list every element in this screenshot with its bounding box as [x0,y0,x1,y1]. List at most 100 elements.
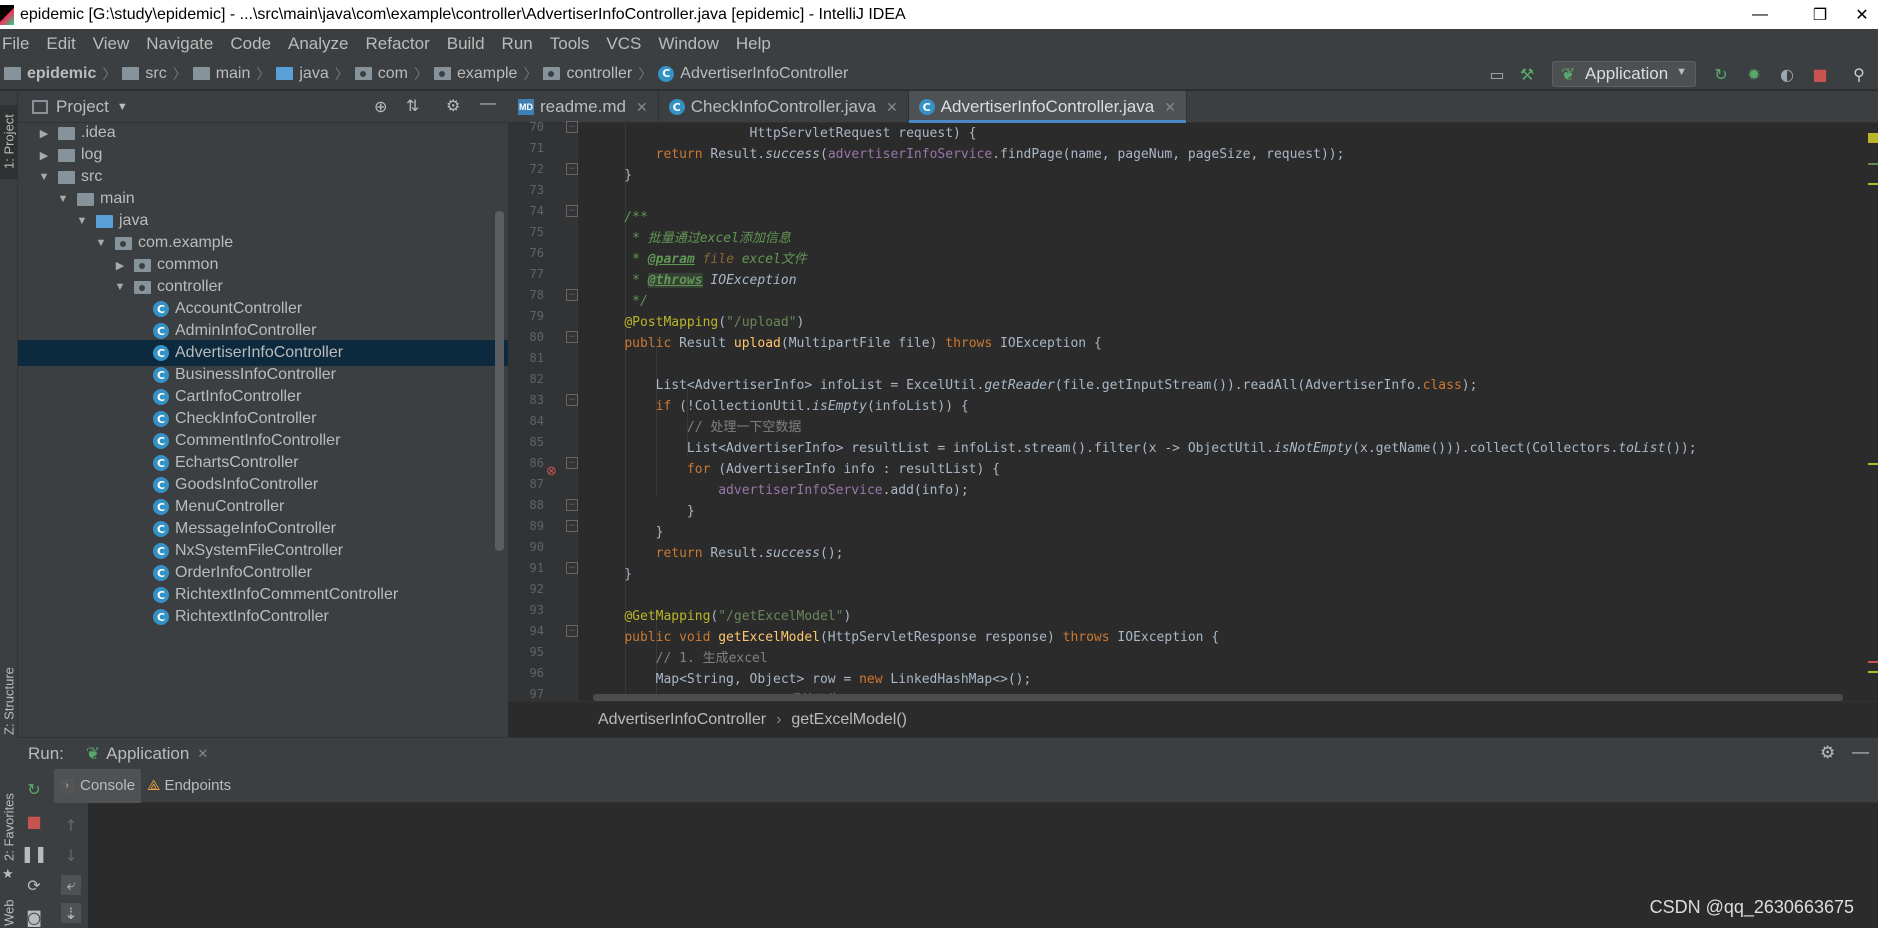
breadcrumb-com[interactable]: com [354,65,408,83]
package-icon [543,67,561,80]
expand-down-icon[interactable]: ▼ [93,237,109,249]
expand-right-icon[interactable]: ▶ [112,259,128,272]
breadcrumb-java[interactable]: java [276,65,329,83]
breadcrumb-class[interactable]: C AdvertiserInfoController [658,65,848,83]
fold-toggle-icon[interactable]: − [566,121,578,133]
menu-tools[interactable]: Tools [550,34,590,54]
tree-item-label: CommentInfoController [175,432,341,449]
menu-refactor[interactable]: Refactor [365,34,429,54]
scroll-to-end-icon[interactable]: ⇣ [61,903,81,923]
tab-console[interactable]: › Console [54,768,142,803]
arrow-up-icon[interactable]: ↑ [61,815,81,835]
project-panel-title[interactable]: Project [56,97,109,117]
marker[interactable] [1868,163,1878,165]
expand-down-icon[interactable]: ▼ [74,215,90,227]
console-output[interactable] [88,803,1878,928]
expand-down-icon[interactable]: ▼ [55,193,71,205]
run-configuration-select[interactable]: ❦ Application ▼ [1552,61,1696,87]
code-editor[interactable]: HttpServletRequest request) { return Res… [593,123,1853,701]
breadcrumb-main[interactable]: main [192,65,250,83]
menu-file[interactable]: File [2,34,29,54]
gear-icon[interactable]: ⚙ [446,96,460,116]
breadcrumb-example[interactable]: example [433,65,517,83]
tree-item-class[interactable]: C RichtextInfoController [18,604,508,630]
rerun-icon[interactable]: ↻ [1708,62,1734,86]
menu-run[interactable]: Run [502,34,533,54]
fold-toggle-icon[interactable]: − [566,562,578,574]
build-hammer-icon[interactable]: ⚒ [1514,62,1540,86]
coverage-icon[interactable]: ◐ [1774,62,1800,86]
fold-toggle-icon[interactable]: − [566,499,578,511]
search-icon[interactable]: ⚲ [1846,62,1872,86]
tab-project-toolwindow[interactable]: 1: Project [0,105,18,179]
menu-analyze[interactable]: Analyze [288,34,348,54]
breadcrumb-method[interactable]: getExcelModel() [791,711,907,729]
locate-crosshair-icon[interactable]: ⊕ [374,97,387,117]
rerun-icon[interactable]: ↻ [24,779,44,799]
breadcrumb-src[interactable]: src [122,65,167,83]
pause-icon[interactable]: ❚❚ [21,843,48,863]
marker[interactable] [1868,671,1878,673]
menu-edit[interactable]: Edit [46,34,75,54]
close-tab-icon[interactable]: ✕ [636,99,648,116]
breadcrumb-epidemic[interactable]: epidemic [4,65,96,83]
tab-web-toolwindow[interactable]: Web [0,897,18,928]
tab-checkinfocontroller[interactable]: C CheckInfoController.java ✕ [659,91,909,123]
marker[interactable] [1868,183,1878,185]
expand-right-icon[interactable]: ▶ [36,149,52,162]
title-bar: epidemic [G:\study\epidemic] - ...\src\m… [0,0,1878,29]
expand-down-icon[interactable]: ▼ [112,281,128,293]
menu-code[interactable]: Code [230,34,271,54]
line-number: 75 [529,225,544,239]
collapse-all-icon[interactable]: ⇅ [406,96,419,116]
menu-navigate[interactable]: Navigate [146,34,213,54]
chevron-down-icon[interactable]: ▼ [117,101,128,113]
project-tree-scrollbar[interactable] [495,211,504,551]
soft-wrap-icon[interactable]: ⤶ [61,875,81,895]
menu-vcs[interactable]: VCS [606,34,641,54]
run-tab-application[interactable]: Application [106,744,189,764]
minimize-button[interactable]: — [1734,0,1786,29]
fold-toggle-icon[interactable]: − [566,289,578,301]
breadcrumb-class[interactable]: AdvertiserInfoController [598,711,766,729]
stop-icon[interactable]: ■ [24,811,44,831]
hide-panel-icon[interactable]: — [480,95,496,113]
marker[interactable] [1868,133,1878,143]
close-tab-icon[interactable]: ✕ [1164,99,1176,116]
close-tab-icon[interactable]: ✕ [886,99,898,116]
hide-panel-icon[interactable]: — [1852,742,1869,762]
chevron-right-icon: 〉 [523,65,538,82]
fold-toggle-icon[interactable]: − [566,331,578,343]
marker[interactable] [1868,463,1878,465]
arrow-down-icon[interactable]: ↓ [61,845,81,865]
menu-view[interactable]: View [93,34,130,54]
fold-toggle-icon[interactable]: − [566,520,578,532]
stop-icon[interactable]: ■ [1807,62,1833,86]
breadcrumb-controller[interactable]: controller [543,65,632,83]
fold-toggle-icon[interactable]: − [566,625,578,637]
menu-help[interactable]: Help [736,34,771,54]
project-structure-icon[interactable]: ▭ [1484,62,1510,86]
fold-toggle-icon[interactable]: − [566,457,578,469]
expand-right-icon[interactable]: ▶ [36,127,52,140]
gear-icon[interactable]: ⚙ [1820,743,1835,763]
fold-toggle-icon[interactable]: − [566,163,578,175]
tab-favorites-toolwindow[interactable]: 2: Favorites [0,787,18,867]
close-tab-icon[interactable]: ✕ [197,746,208,762]
fold-toggle-icon[interactable]: − [566,394,578,406]
menu-build[interactable]: Build [447,34,485,54]
tab-endpoints[interactable]: ⟁ Endpoints [141,769,237,803]
marker[interactable] [1868,661,1878,663]
editor-horizontal-scrollbar[interactable] [593,694,1843,701]
fold-toggle-icon[interactable]: − [566,205,578,217]
expand-down-icon[interactable]: ▼ [36,171,52,183]
tab-advertiserinfocontroller[interactable]: C AdvertiserInfoController.java ✕ [908,91,1187,123]
error-stripe[interactable] [1866,123,1878,701]
breakpoint-lambda-icon[interactable]: ⊗ [546,464,557,479]
camera-icon[interactable]: ◙ [24,907,44,927]
tab-structure-toolwindow[interactable]: Z: Structure [0,661,18,741]
debug-bug-icon[interactable]: ✹ [1741,62,1767,86]
menu-window[interactable]: Window [658,34,718,54]
close-window-button[interactable]: ✕ [1836,0,1878,29]
restore-layout-icon[interactable]: ⟳ [24,875,44,895]
